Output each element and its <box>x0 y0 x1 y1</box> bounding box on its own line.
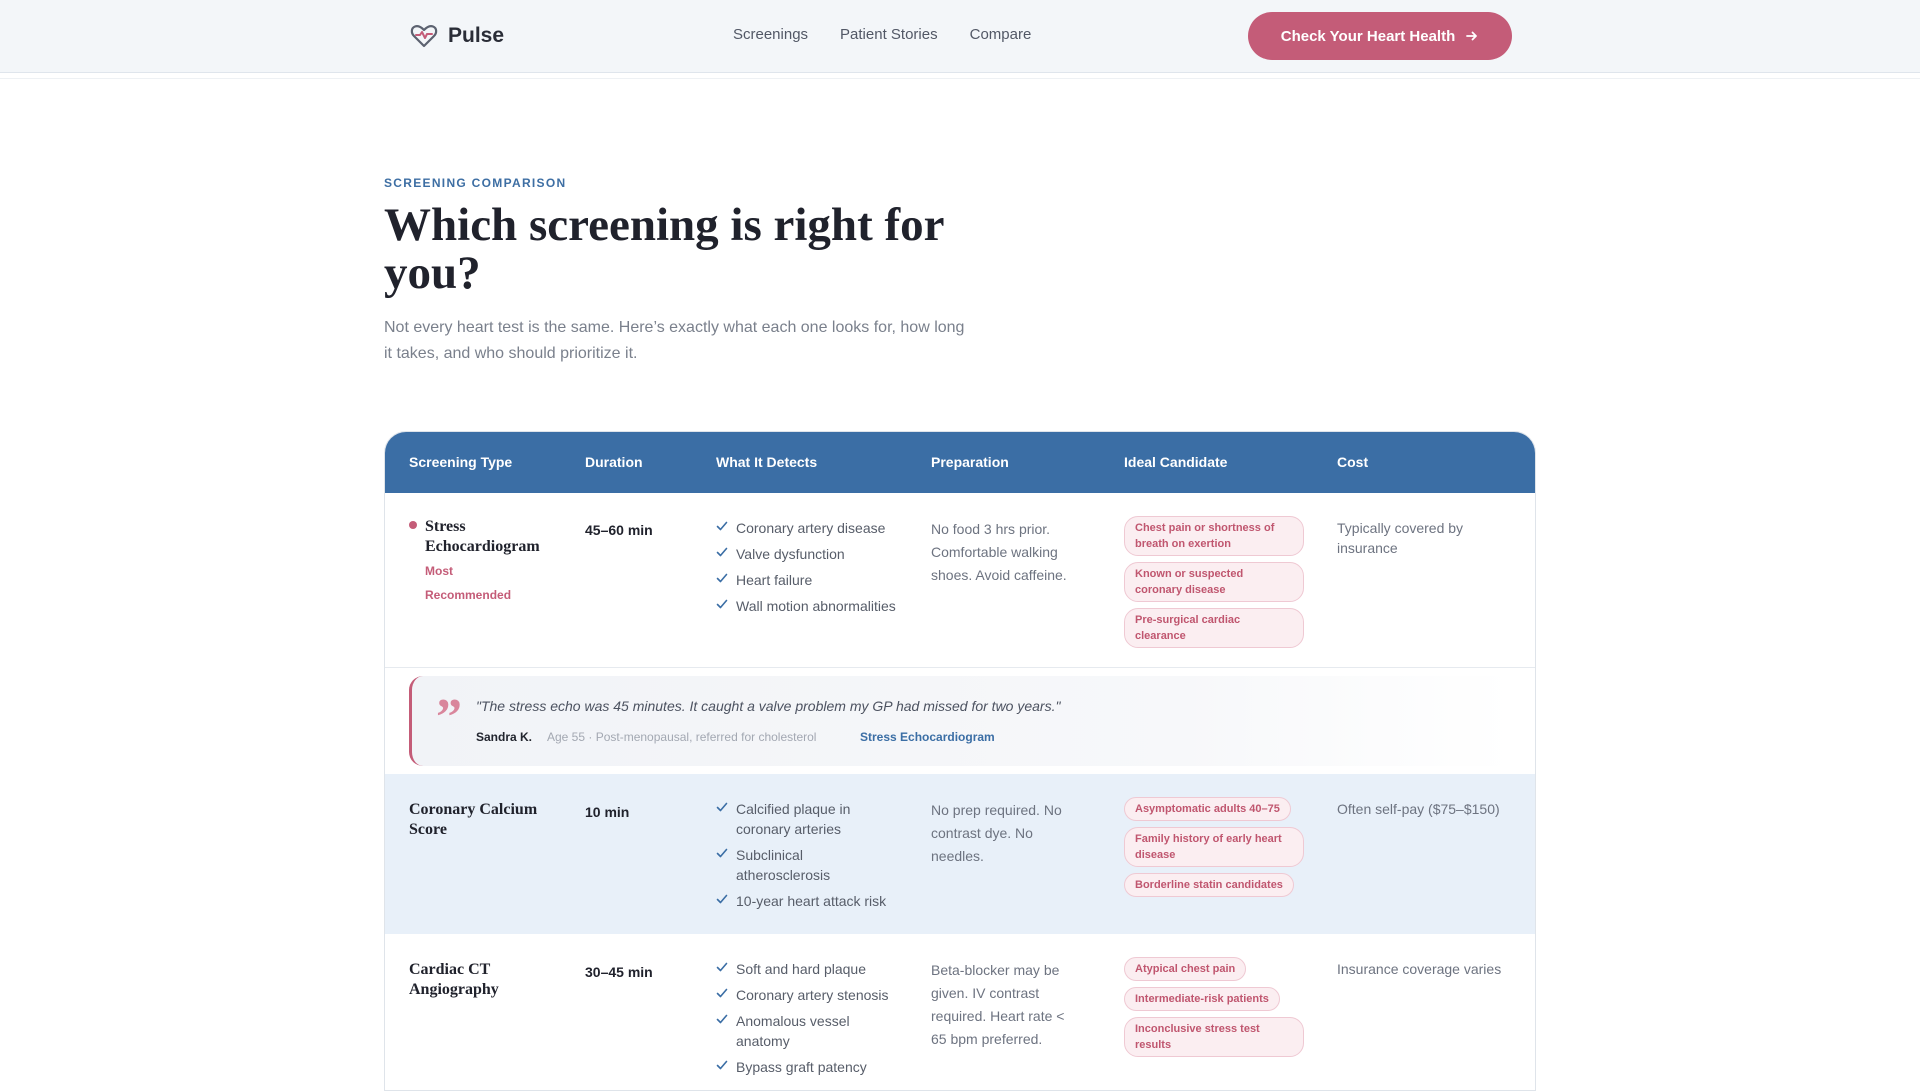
comparison-table: Screening Type Duration What It Detects … <box>384 431 1536 1091</box>
column-header-what-it-detects: What It Detects <box>716 454 818 470</box>
candidate-tag: Atypical chest pain <box>1124 957 1247 981</box>
divider <box>0 78 1920 79</box>
quote-text: "The stress echo was 45 minutes. It caug… <box>476 698 1061 714</box>
screening-name: Coronary Calcium Score <box>409 801 538 838</box>
nav-link-compare[interactable]: Compare <box>970 26 1032 43</box>
column-header-preparation: Preparation <box>931 454 1009 470</box>
check-icon <box>716 599 728 609</box>
table-row: Stress Echocardiogram Most Recommended 4… <box>385 493 1535 668</box>
list-item: Wall motion abnormalities <box>716 596 906 616</box>
candidate-tag: Asymptomatic adults 40–75 <box>1124 797 1291 821</box>
list-item: Coronary artery disease <box>716 518 906 538</box>
check-icon <box>716 848 728 858</box>
preparation: No food 3 hrs prior. Comfortable walking… <box>931 521 1067 583</box>
quote-mark-icon: ” <box>436 689 462 746</box>
section-eyebrow: SCREENING COMPARISON <box>384 176 567 190</box>
list-item: Valve dysfunction <box>716 544 906 564</box>
column-header-screening-type: Screening Type <box>409 454 513 470</box>
column-header-cost: Cost <box>1337 454 1369 470</box>
candidate-tag: Family history of early heart disease <box>1124 827 1304 867</box>
duration: 10 min <box>585 804 630 820</box>
list-item: Anomalous vessel anatomy <box>716 1011 896 1051</box>
list-item: Soft and hard plaque <box>716 959 896 979</box>
list-item: Bypass graft patency <box>716 1057 896 1077</box>
candidate-tag: Chest pain or shortness of breath on exe… <box>1124 516 1304 556</box>
recommended-dot <box>409 521 417 529</box>
preparation: No prep required. No contrast dye. No ne… <box>931 802 1062 864</box>
page-lead: Not every heart test is the same. Here’s… <box>384 319 965 362</box>
candidate-tag: Borderline statin candidates <box>1124 873 1294 897</box>
arrow-right-icon <box>1466 31 1478 41</box>
quote-author: Sandra K. <box>476 730 533 744</box>
brand[interactable]: Pulse <box>410 22 504 50</box>
recommended-badge-line2: Recommended <box>425 588 512 602</box>
table-row: Cardiac CT Angiography 30–45 min Soft an… <box>385 934 1535 1090</box>
list-item: Subclinical atherosclerosis <box>716 845 896 885</box>
table-row: Coronary Calcium Score 10 min Calcified … <box>385 774 1535 934</box>
cost: Typically covered by insurance <box>1337 520 1464 556</box>
screening-name: Cardiac CT Angiography <box>409 961 499 998</box>
top-nav: Pulse Screenings Patient Stories Compare… <box>0 0 1920 73</box>
detects-list: Calcified plaque in coronary arteries Su… <box>716 799 896 917</box>
check-icon <box>716 573 728 583</box>
cost: Often self-pay ($75–$150) <box>1337 801 1500 817</box>
duration: 30–45 min <box>585 964 653 980</box>
list-item: Heart failure <box>716 570 906 590</box>
check-icon <box>716 521 728 531</box>
patient-quote: ” "The stress echo was 45 minutes. It ca… <box>409 676 1513 766</box>
list-item: Calcified plaque in coronary arteries <box>716 799 896 839</box>
candidate-tags: Asymptomatic adults 40–75 Family history… <box>1124 797 1304 897</box>
duration: 45–60 min <box>585 522 653 538</box>
cost: Insurance coverage varies <box>1337 961 1502 977</box>
candidate-tags: Atypical chest pain Intermediate-risk pa… <box>1124 957 1304 1057</box>
table-header: Screening Type Duration What It Detects … <box>385 432 1535 493</box>
candidate-tag: Inconclusive stress test results <box>1124 1017 1304 1057</box>
check-icon <box>716 988 728 998</box>
preparation: Beta-blocker may be given. IV contrast r… <box>931 962 1065 1047</box>
check-icon <box>716 894 728 904</box>
check-icon <box>716 1060 728 1070</box>
nav-links: Screenings Patient Stories Compare <box>733 26 1031 43</box>
detects-list: Soft and hard plaque Coronary artery ste… <box>716 959 896 1083</box>
check-icon <box>716 802 728 812</box>
cta-label: Check Your Heart Health <box>1280 27 1456 45</box>
check-heart-health-button[interactable]: Check Your Heart Health <box>1248 12 1512 60</box>
quote-screening-link[interactable]: Stress Echocardiogram <box>860 730 995 744</box>
recommended-badge-line1: Most <box>425 564 453 578</box>
quote-meta: Age 55 · Post-menopausal, referred for c… <box>547 730 817 744</box>
candidate-tag: Known or suspected coronary disease <box>1124 562 1304 602</box>
column-header-ideal-candidate: Ideal Candidate <box>1124 454 1228 470</box>
candidate-tag: Pre-surgical cardiac clearance <box>1124 608 1304 648</box>
check-icon <box>716 1014 728 1024</box>
check-icon <box>716 547 728 557</box>
nav-link-patient-stories[interactable]: Patient Stories <box>840 26 938 43</box>
list-item: Coronary artery stenosis <box>716 985 896 1005</box>
page-title: Which screening is right for you? <box>384 199 944 299</box>
candidate-tags: Chest pain or shortness of breath on exe… <box>1124 516 1304 648</box>
brand-name: Pulse <box>448 24 505 47</box>
heart-pulse-icon <box>410 24 438 48</box>
detects-list: Coronary artery disease Valve dysfunctio… <box>716 518 906 622</box>
screening-name: Stress Echocardiogram <box>425 518 540 555</box>
nav-link-screenings[interactable]: Screenings <box>733 26 808 43</box>
column-header-duration: Duration <box>585 454 643 470</box>
check-icon <box>716 962 728 972</box>
candidate-tag: Intermediate-risk patients <box>1124 987 1280 1011</box>
list-item: 10-year heart attack risk <box>716 891 896 911</box>
